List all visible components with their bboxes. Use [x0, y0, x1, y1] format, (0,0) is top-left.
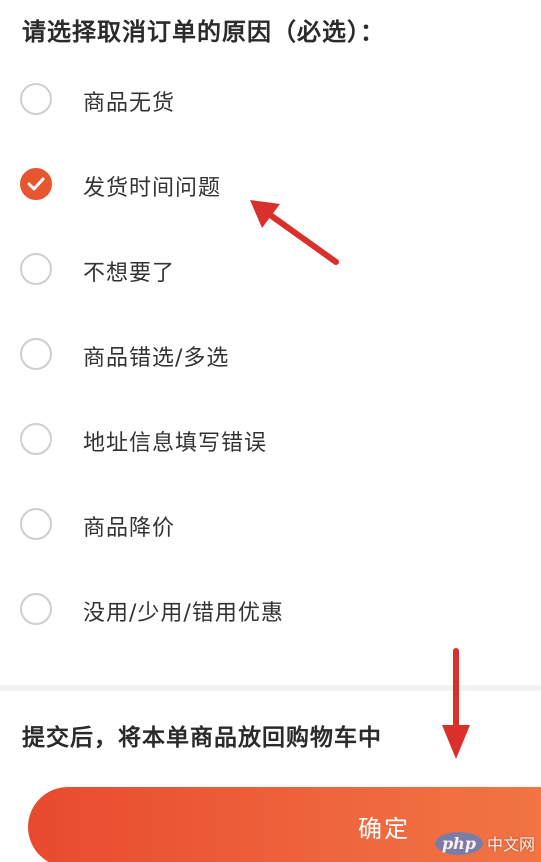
reason-list: 商品无货 发货时间问题 不想要了 商品错选/多选 地址信息填写错误 商品降价 没…: [0, 58, 541, 653]
return-to-cart-notice: 提交后，将本单商品放回购物车中: [22, 725, 382, 751]
reason-option-delivery-time[interactable]: 发货时间问题: [0, 143, 541, 228]
section-divider: [0, 685, 541, 691]
radio-unchecked-icon[interactable]: [20, 508, 52, 540]
reason-label: 不想要了: [83, 261, 176, 286]
cancel-order-page: 请选择取消订单的原因（必选）： 商品无货 发货时间问题 不想要了 商品错选/多选…: [0, 0, 541, 862]
reason-label: 没用/少用/错用优惠: [83, 601, 284, 626]
annotation-down-arrow-icon: [442, 648, 470, 759]
radio-checked-icon[interactable]: [20, 168, 52, 200]
reason-option-wrong-selection[interactable]: 商品错选/多选: [0, 313, 541, 398]
reason-option-out-of-stock[interactable]: 商品无货: [0, 58, 541, 143]
reason-label: 地址信息填写错误: [83, 431, 268, 456]
radio-unchecked-icon[interactable]: [20, 338, 52, 370]
radio-unchecked-icon[interactable]: [20, 593, 52, 625]
radio-unchecked-icon[interactable]: [20, 423, 52, 455]
watermark-logo: php: [434, 831, 483, 855]
reason-option-price-drop[interactable]: 商品降价: [0, 483, 541, 568]
confirm-button-label: 确定: [358, 815, 410, 843]
reason-option-wrong-address[interactable]: 地址信息填写错误: [0, 398, 541, 483]
watermark-text: 中文网: [486, 835, 535, 854]
checkmark-icon: [27, 177, 45, 191]
page-title: 请选择取消订单的原因（必选）：: [22, 18, 385, 46]
site-watermark: php 中文网: [434, 830, 535, 856]
reason-label: 发货时间问题: [83, 176, 222, 201]
reason-label: 商品错选/多选: [83, 346, 230, 371]
radio-unchecked-icon[interactable]: [20, 83, 52, 115]
reason-label: 商品降价: [83, 516, 176, 541]
radio-unchecked-icon[interactable]: [20, 253, 52, 285]
reason-option-coupon-issue[interactable]: 没用/少用/错用优惠: [0, 568, 541, 653]
reason-label: 商品无货: [83, 91, 176, 116]
reason-option-no-longer-wanted[interactable]: 不想要了: [0, 228, 541, 313]
